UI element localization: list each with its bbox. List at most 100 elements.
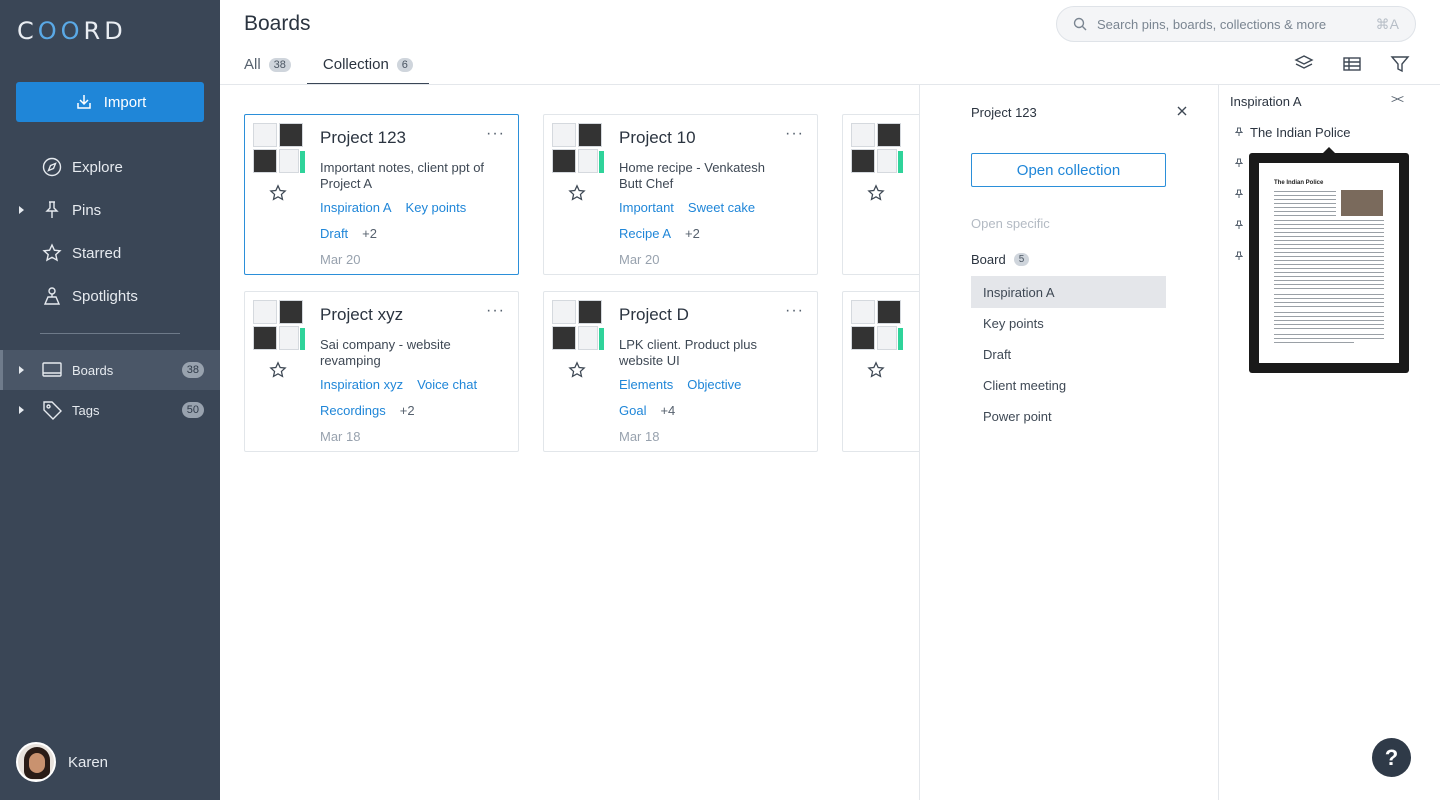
- more-options-icon[interactable]: ···: [486, 125, 505, 143]
- tab-count: 38: [268, 57, 291, 72]
- pin-preview[interactable]: The Indian Police: [1249, 147, 1409, 373]
- layers-icon[interactable]: [1294, 54, 1314, 74]
- board-icon: [41, 359, 63, 381]
- star-icon[interactable]: [568, 184, 586, 202]
- board-link[interactable]: Sweet cake: [688, 200, 755, 215]
- collection-thumbnail: [851, 123, 903, 175]
- collection-card[interactable]: Project 123 ··· Important notes, client …: [244, 114, 519, 275]
- tag-row: Inspiration A Key points: [320, 200, 466, 215]
- sidebar-divider: [40, 333, 180, 334]
- filter-icon[interactable]: [1390, 54, 1410, 74]
- collection-date: Mar 20: [320, 252, 361, 267]
- pin-icon[interactable]: [1235, 220, 1243, 230]
- board-list-item[interactable]: Inspiration A: [971, 276, 1166, 308]
- star-icon[interactable]: [269, 361, 287, 379]
- star-icon[interactable]: [867, 184, 885, 202]
- import-button[interactable]: Import: [16, 82, 204, 122]
- more-options-icon[interactable]: ···: [785, 125, 804, 143]
- open-specific-label: Open specific: [971, 216, 1050, 231]
- star-icon[interactable]: [269, 184, 287, 202]
- user-name: Karen: [68, 753, 109, 771]
- spotlight-icon: [41, 285, 63, 307]
- pin-icon[interactable]: [1235, 158, 1243, 168]
- board-link[interactable]: Important: [619, 200, 674, 215]
- tab-collection[interactable]: Collection 6: [306, 44, 429, 85]
- more-boards-count[interactable]: +2: [685, 226, 700, 241]
- collection-card[interactable]: [842, 114, 919, 275]
- board-link[interactable]: Inspiration xyz: [320, 377, 403, 392]
- import-label: Import: [103, 93, 147, 111]
- board-label: Board: [971, 252, 1006, 267]
- user-profile[interactable]: Karen: [16, 742, 108, 782]
- collection-title[interactable]: Project xyz: [320, 305, 403, 325]
- more-options-icon[interactable]: ···: [785, 302, 804, 320]
- board-link[interactable]: Objective: [687, 377, 741, 392]
- collection-date: Mar 20: [619, 252, 660, 267]
- tab-label: Collection: [322, 56, 389, 73]
- more-boards-count[interactable]: +2: [362, 226, 377, 241]
- sidebar-item-label: Spotlights: [72, 287, 138, 305]
- expand-caret-icon[interactable]: [19, 406, 24, 414]
- board-link[interactable]: Inspiration A: [320, 200, 392, 215]
- board-link[interactable]: Recipe A: [619, 226, 671, 241]
- pin-icon: [41, 199, 63, 221]
- document-title: The Indian Police: [1274, 180, 1324, 186]
- close-icon[interactable]: [1176, 105, 1188, 117]
- expand-caret-icon[interactable]: [19, 366, 24, 374]
- tag-row: Elements Objective: [619, 377, 741, 392]
- collection-description: Sai company - website revamping: [320, 337, 451, 368]
- tab-all[interactable]: All 38: [228, 44, 307, 85]
- board-link[interactable]: Elements: [619, 377, 673, 392]
- tab-count: 6: [396, 57, 413, 72]
- collection-title[interactable]: Project 123: [320, 128, 406, 148]
- board-link[interactable]: Goal: [619, 403, 646, 418]
- board-list-item[interactable]: Power point: [971, 400, 1166, 432]
- collection-title[interactable]: Project 10: [619, 128, 696, 148]
- sidebar-item-label: Explore: [72, 158, 123, 176]
- pin-name[interactable]: The Indian Police: [1250, 125, 1350, 140]
- search-input[interactable]: Search pins, boards, collections & more …: [1056, 6, 1416, 42]
- board-list-item[interactable]: Draft: [971, 338, 1166, 370]
- help-button[interactable]: ?: [1372, 738, 1411, 777]
- sidebar-item-pins[interactable]: Pins: [0, 190, 220, 230]
- app-logo[interactable]: COORD: [17, 17, 127, 45]
- avatar[interactable]: [16, 742, 56, 782]
- pin-icon[interactable]: [1235, 189, 1243, 199]
- search-icon: [1073, 17, 1087, 31]
- sidebar-item-label: Tags: [72, 402, 100, 418]
- sidebar-item-tags[interactable]: Tags 50: [0, 390, 220, 430]
- star-icon[interactable]: [867, 361, 885, 379]
- board-link[interactable]: Draft: [320, 226, 348, 241]
- collection-description: Important notes, client ppt of Project A: [320, 160, 485, 191]
- pin-icon[interactable]: [1235, 251, 1243, 261]
- tab-label: All: [244, 56, 261, 73]
- collection-title[interactable]: Project D: [619, 305, 689, 325]
- expand-caret-icon[interactable]: [19, 206, 24, 214]
- open-collection-button[interactable]: Open collection: [971, 153, 1166, 187]
- star-icon[interactable]: [568, 361, 586, 379]
- more-boards-count[interactable]: +2: [400, 403, 415, 418]
- collection-card[interactable]: Project D ··· LPK client. Product plus w…: [543, 291, 818, 452]
- collection-card[interactable]: [842, 291, 919, 452]
- board-link[interactable]: Recordings: [320, 403, 386, 418]
- collection-card[interactable]: Project 10 ··· Home recipe - Venkatesh B…: [543, 114, 818, 275]
- sidebar-item-spotlights[interactable]: Spotlights: [0, 276, 220, 316]
- sidebar-item-label: Boards: [72, 362, 114, 378]
- tag-row: Recordings +2: [320, 403, 415, 418]
- sidebar-item-boards[interactable]: Boards 38: [0, 350, 220, 390]
- tag-row: Draft +2: [320, 226, 377, 241]
- collection-card[interactable]: Project xyz ··· Sai company - website re…: [244, 291, 519, 452]
- board-list-item[interactable]: Client meeting: [971, 369, 1166, 401]
- sidebar-item-explore[interactable]: Explore: [0, 147, 220, 187]
- board-link[interactable]: Key points: [406, 200, 467, 215]
- table-view-icon[interactable]: [1342, 54, 1362, 74]
- pin-icon[interactable]: [1235, 127, 1243, 137]
- more-boards-count[interactable]: +4: [660, 403, 675, 418]
- sidebar-item-starred[interactable]: Starred: [0, 233, 220, 273]
- compass-icon: [41, 156, 63, 178]
- board-link[interactable]: Voice chat: [417, 377, 477, 392]
- board-list-item[interactable]: Key points: [971, 307, 1166, 339]
- collapse-arrows-icon[interactable]: ><: [1391, 92, 1404, 106]
- more-options-icon[interactable]: ···: [486, 302, 505, 320]
- board-tabs: All 38 Collection 6: [244, 44, 429, 85]
